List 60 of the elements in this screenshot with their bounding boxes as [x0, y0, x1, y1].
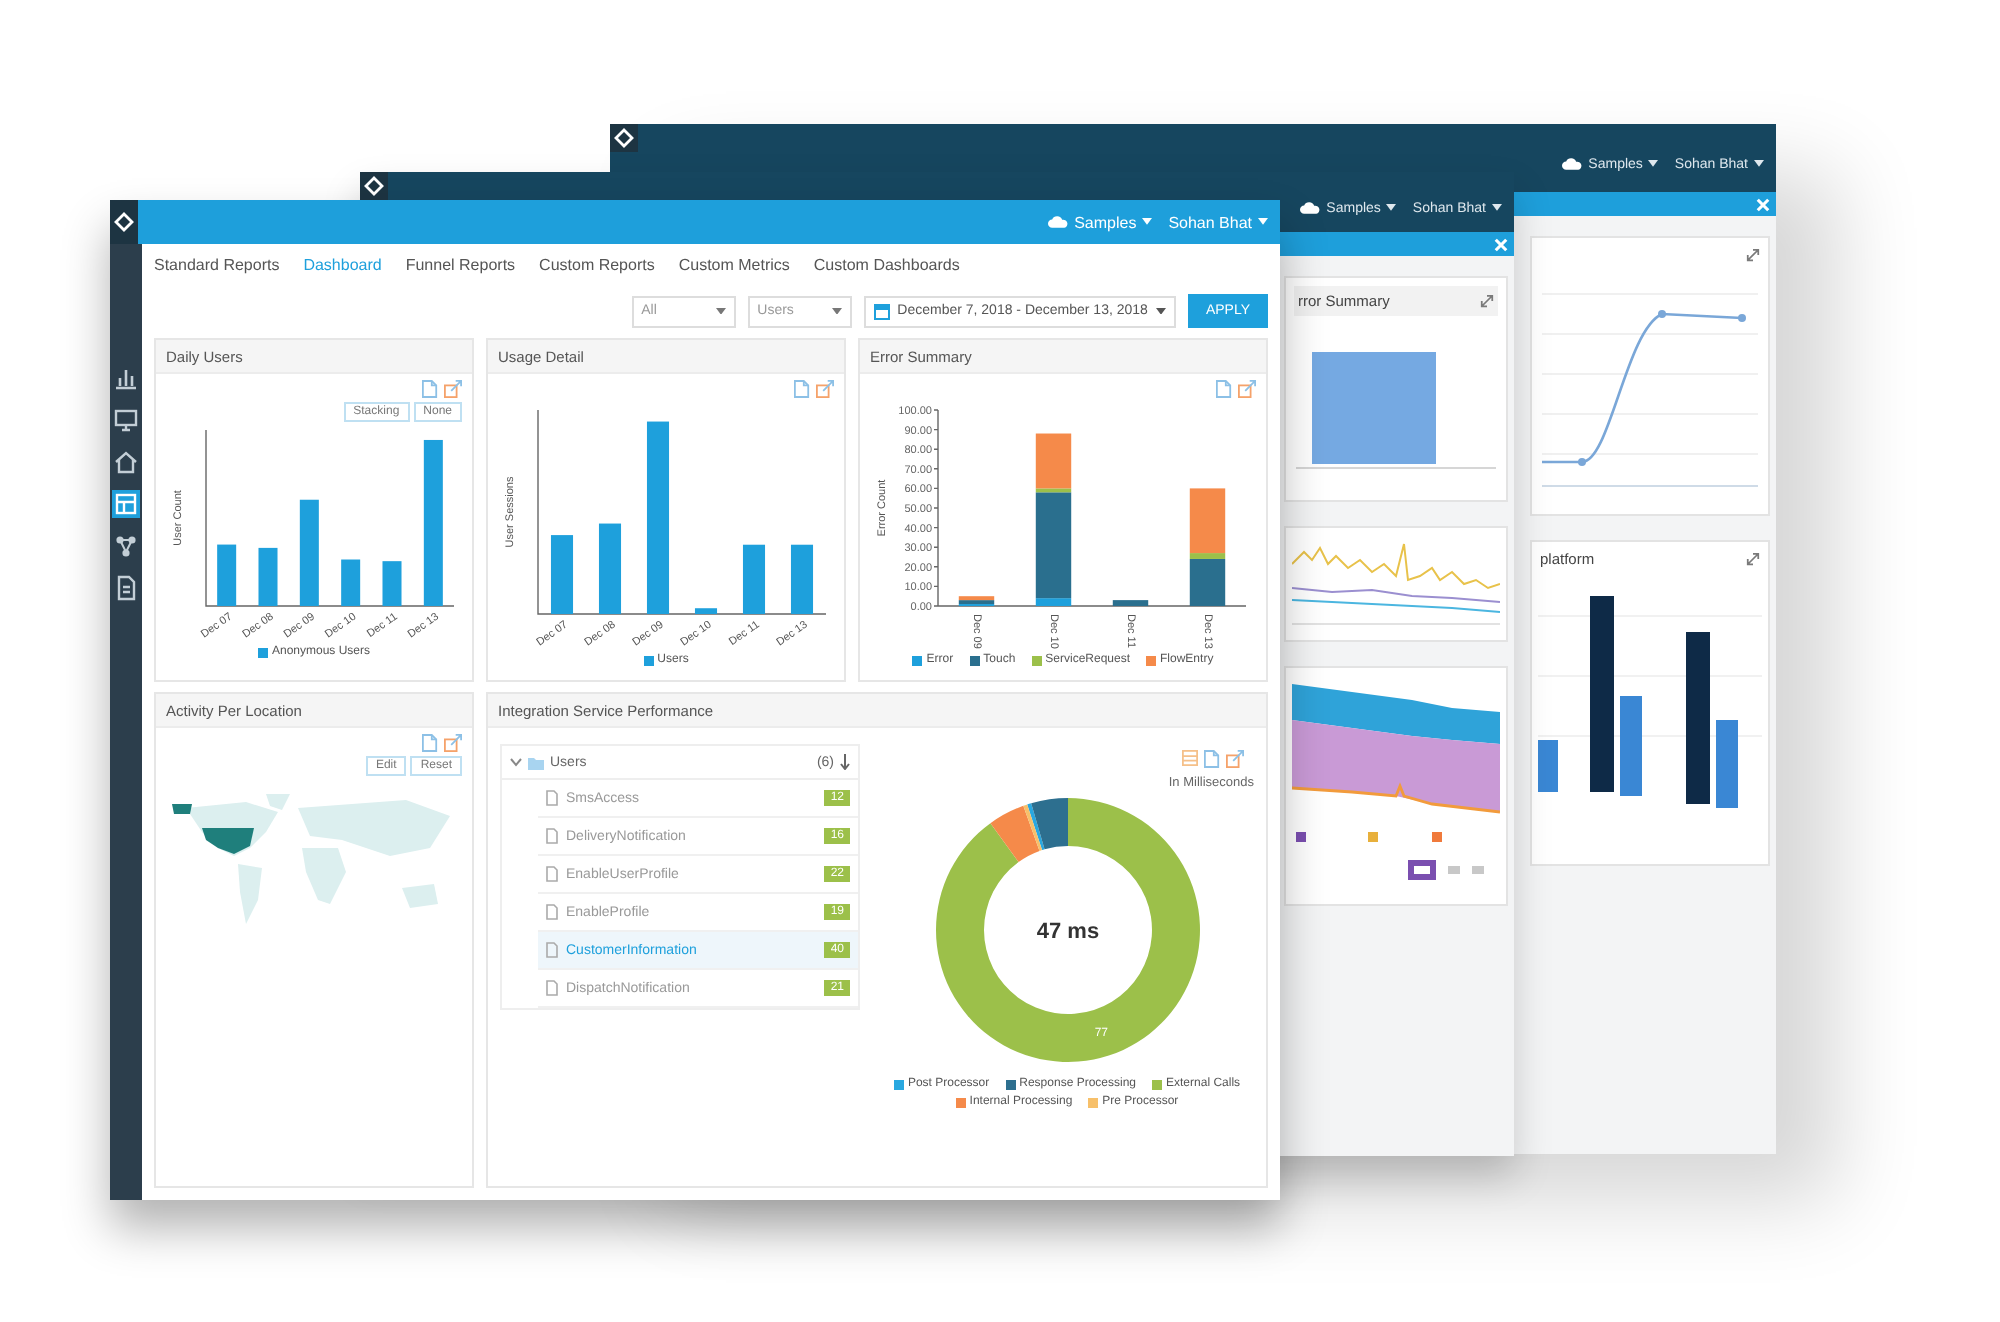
chart-bar [258, 547, 278, 606]
nav-tab[interactable]: Custom Reports [539, 255, 655, 273]
folder-icon [528, 755, 544, 769]
export-icon[interactable] [1226, 750, 1244, 768]
expand-icon[interactable] [1746, 552, 1760, 566]
export-icon[interactable] [444, 734, 462, 752]
nav-tab[interactable]: Dashboard [303, 255, 382, 273]
nav-tab[interactable]: Custom Metrics [678, 255, 790, 273]
donut-center-value: 47 ms [1035, 919, 1099, 944]
network-icon[interactable] [112, 532, 140, 560]
cloud-icon [1300, 202, 1321, 214]
table-icon[interactable] [1182, 750, 1198, 766]
cloud-icon [1562, 158, 1583, 170]
document-icon [546, 904, 558, 920]
calendar-icon [873, 303, 890, 319]
nav-tab[interactable]: Funnel Reports [405, 255, 516, 273]
close-icon[interactable] [1494, 237, 1508, 251]
bar-chart-icon[interactable] [112, 364, 140, 392]
document-icon [546, 980, 558, 996]
bar-segment [1111, 600, 1148, 606]
caret-icon [1492, 204, 1502, 212]
close-icon[interactable] [1756, 197, 1770, 211]
caret-icon [1386, 204, 1397, 212]
export-icon[interactable] [816, 380, 834, 398]
export-icon[interactable] [1238, 380, 1256, 398]
document-icon[interactable] [112, 574, 140, 602]
caret-icon [1155, 307, 1166, 315]
chart-bar [550, 535, 574, 614]
chart-bar [742, 544, 766, 614]
nav-tab[interactable]: Custom Dashboards [813, 255, 960, 273]
monitor-icon[interactable] [112, 406, 140, 434]
caret-icon [1754, 160, 1764, 168]
user-menu[interactable]: Sohan Bhat [1168, 213, 1268, 231]
cloud-icon [1048, 216, 1069, 228]
document-icon [546, 828, 558, 844]
dashboard-icon[interactable] [112, 490, 140, 518]
expand-icon[interactable] [1480, 294, 1494, 308]
caret-icon [715, 307, 726, 315]
workspace-menu[interactable]: Samples [1048, 213, 1153, 231]
chart-bar [694, 608, 718, 614]
export-icon[interactable] [444, 380, 462, 398]
chart-bar [382, 561, 402, 606]
sort-icon[interactable] [840, 754, 850, 770]
logo-icon[interactable] [360, 172, 388, 200]
chart-bar [299, 499, 319, 606]
nav-tab[interactable]: Standard Reports [154, 255, 280, 273]
document-icon [546, 790, 558, 806]
chart-bar [790, 544, 814, 614]
chart-bar [217, 544, 237, 606]
chart-bar [341, 559, 361, 606]
caret-icon [1648, 160, 1659, 168]
expand-icon[interactable] [1746, 247, 1760, 261]
caret-icon [831, 307, 842, 315]
logo-icon[interactable] [610, 124, 638, 152]
chart-bar [598, 523, 622, 614]
home-icon[interactable] [112, 448, 140, 476]
chevron-icon[interactable] [510, 756, 522, 768]
logo-icon[interactable] [110, 200, 138, 244]
document-icon [546, 866, 558, 882]
document-icon [546, 942, 558, 958]
